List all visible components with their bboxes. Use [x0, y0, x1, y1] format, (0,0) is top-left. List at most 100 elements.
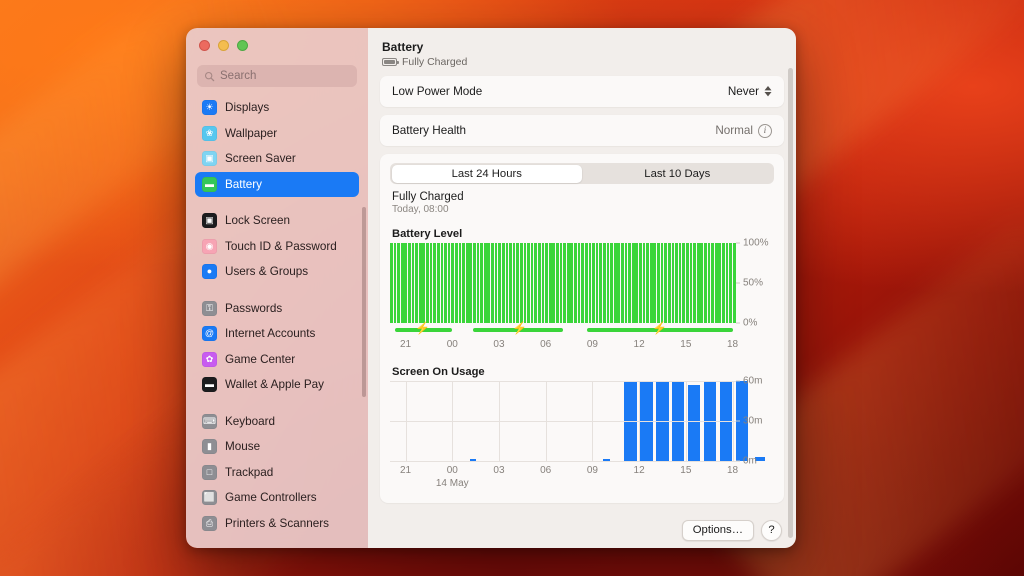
battery-level-bar [588, 243, 592, 323]
close-button[interactable] [199, 39, 210, 51]
sidebar-item-displays[interactable]: ☀ Displays [195, 95, 359, 121]
battery-level-y-tick [736, 242, 740, 244]
battery-level-bar [628, 243, 631, 323]
sidebar-item-label: Keyboard [225, 414, 276, 428]
screen-usage-y-tick-label: 30m [743, 415, 763, 427]
battery-level-bar [639, 243, 642, 323]
sidebar-item-wallpaper[interactable]: ❀ Wallpaper [195, 121, 359, 147]
sidebar-item-passwords[interactable]: ⚿ Passwords [195, 296, 359, 322]
chevron-up-down-icon [764, 86, 772, 97]
sidebar-item-label: Trackpad [225, 465, 274, 479]
sidebar-scrollbar[interactable] [362, 207, 366, 397]
sidebar-item-game-controllers[interactable]: ⬜ Game Controllers [195, 485, 359, 511]
screen-usage-gridline-v [405, 381, 407, 461]
sidebar-item-keyboard[interactable]: ⌨ Keyboard [195, 409, 359, 435]
sidebar-item-game-center[interactable]: ✿ Game Center [195, 347, 359, 373]
minimize-button[interactable] [218, 39, 229, 51]
low-power-mode-popup[interactable]: Never [728, 85, 772, 98]
sidebar-group-separator [195, 197, 359, 208]
battery-health-value: Normal [715, 124, 753, 137]
battery-level-bar [480, 243, 483, 323]
wallet-icon: ▬ [202, 377, 217, 393]
tab-last-24-hours[interactable]: Last 24 Hours [391, 164, 582, 183]
page-title: Battery [382, 40, 424, 54]
sidebar-item-label: Mouse [225, 440, 261, 454]
passwords-icon: ⚿ [202, 300, 217, 316]
footer-buttons: Options… ? [368, 512, 796, 548]
touch-id-icon: ◉ [202, 238, 217, 254]
battery-level-bar [577, 243, 581, 323]
search-input[interactable]: Search [197, 65, 357, 87]
help-button[interactable]: ? [761, 519, 782, 541]
sidebar-item-label: Printers & Scanners [225, 516, 329, 530]
screen-usage-x-tick-label: 00 [446, 465, 458, 476]
battery-level-bar [390, 243, 393, 323]
battery-level-bar [462, 243, 465, 323]
screen-usage-chart-title: Screen On Usage [392, 366, 485, 378]
window-controls [186, 28, 368, 62]
battery-level-bar [426, 243, 429, 323]
screen-usage-date-label: 14 May [435, 478, 469, 489]
battery-level-bar [664, 243, 668, 323]
screen-usage-x-tick-label: 18 [726, 465, 739, 476]
screen-usage-x-axis-row: 21 00 03 06 09 12 15 18 14 May [390, 461, 774, 493]
users-groups-icon: ● [202, 264, 217, 280]
screen-usage-y-tick [736, 420, 740, 422]
sidebar-item-battery[interactable]: ▬ Battery [195, 171, 359, 197]
battery-level-bar [454, 243, 458, 323]
battery-level-bar [465, 243, 469, 323]
low-power-mode-value: Never [727, 85, 759, 98]
battery-level-bar [429, 243, 433, 323]
sidebar-item-screen-saver[interactable]: ▣ Screen Saver [195, 146, 359, 172]
time-range-segmented-control[interactable]: Last 24 Hours Last 10 Days [390, 163, 774, 184]
sidebar-item-mouse[interactable]: ▮ Mouse [195, 434, 359, 460]
battery-level-y-tick-label: 100% [743, 237, 769, 249]
search-placeholder: Search [220, 70, 257, 82]
sidebar-item-wallet-apple-pay[interactable]: ▬ Wallet & Apple Pay [195, 372, 359, 398]
battery-level-bar [624, 243, 628, 323]
battery-level-bar [678, 243, 682, 323]
battery-level-x-tick-label: 12 [633, 339, 645, 350]
battery-level-bar [707, 243, 711, 323]
sidebar-item-internet-accounts[interactable]: @ Internet Accounts [195, 321, 359, 347]
screen-usage-gridline-v [592, 381, 594, 461]
row-low-power-mode[interactable]: Low Power Mode Never [380, 76, 784, 107]
trackpad-icon: □ [202, 464, 217, 480]
battery-status: Fully Charged [382, 56, 778, 68]
battery-level-bar [537, 243, 541, 323]
screen-usage-gridline-v [545, 381, 547, 461]
screen-usage-y-tick-label: 60m [743, 375, 763, 387]
sidebar-item-lock-screen[interactable]: ▣ Lock Screen [195, 208, 359, 234]
main-scrollbar[interactable] [788, 68, 793, 538]
sidebar-item-users-groups[interactable]: ● Users & Groups [195, 259, 359, 285]
battery-level-bar [660, 243, 664, 323]
row-battery-health[interactable]: Battery Health Normal i [380, 115, 784, 146]
battery-level-bar [527, 243, 530, 323]
sidebar-item-touch-id-password[interactable]: ◉ Touch ID & Password [195, 234, 359, 260]
main-panel: Battery Fully Charged Low Power Mode Nev… [368, 28, 796, 548]
sidebar-item-printers-scanners[interactable]: ⎙ Printers & Scanners [195, 511, 359, 537]
sidebar-item-trackpad[interactable]: □ Trackpad [195, 460, 359, 486]
battery-level-bar [487, 243, 491, 323]
zoom-button[interactable] [237, 39, 248, 51]
options-button[interactable]: Options… [681, 519, 754, 541]
battery-level-chart-title: Battery Level [392, 228, 463, 240]
battery-level-y-tick-label: 50% [743, 277, 764, 289]
battery-level-bar [642, 243, 646, 323]
displays-icon: ☀ [202, 100, 217, 116]
battery-level-bar [667, 243, 671, 323]
sidebar-list[interactable]: ☀ Displays ❀ Wallpaper ▣ Screen Saver ▬ Battery… [186, 95, 368, 548]
battery-level-bar [631, 243, 635, 323]
battery-level-bar [675, 243, 678, 323]
battery-level-bar [653, 243, 657, 323]
tab-last-10-days[interactable]: Last 10 Days [582, 165, 773, 183]
internet-accounts-icon: @ [202, 326, 217, 342]
charging-bolt-icon: ⚡ [652, 321, 668, 335]
screen-usage-x-tick-label: 12 [633, 465, 645, 476]
info-icon[interactable]: i [758, 123, 772, 138]
charging-bolt-icon: ⚡ [512, 321, 528, 335]
battery-level-bar [545, 243, 548, 323]
battery-level-x-axis-row: 21 00 03 06 09 12 15 18 [390, 335, 774, 353]
battery-level-bar [689, 243, 693, 323]
battery-level-bar [476, 243, 480, 323]
